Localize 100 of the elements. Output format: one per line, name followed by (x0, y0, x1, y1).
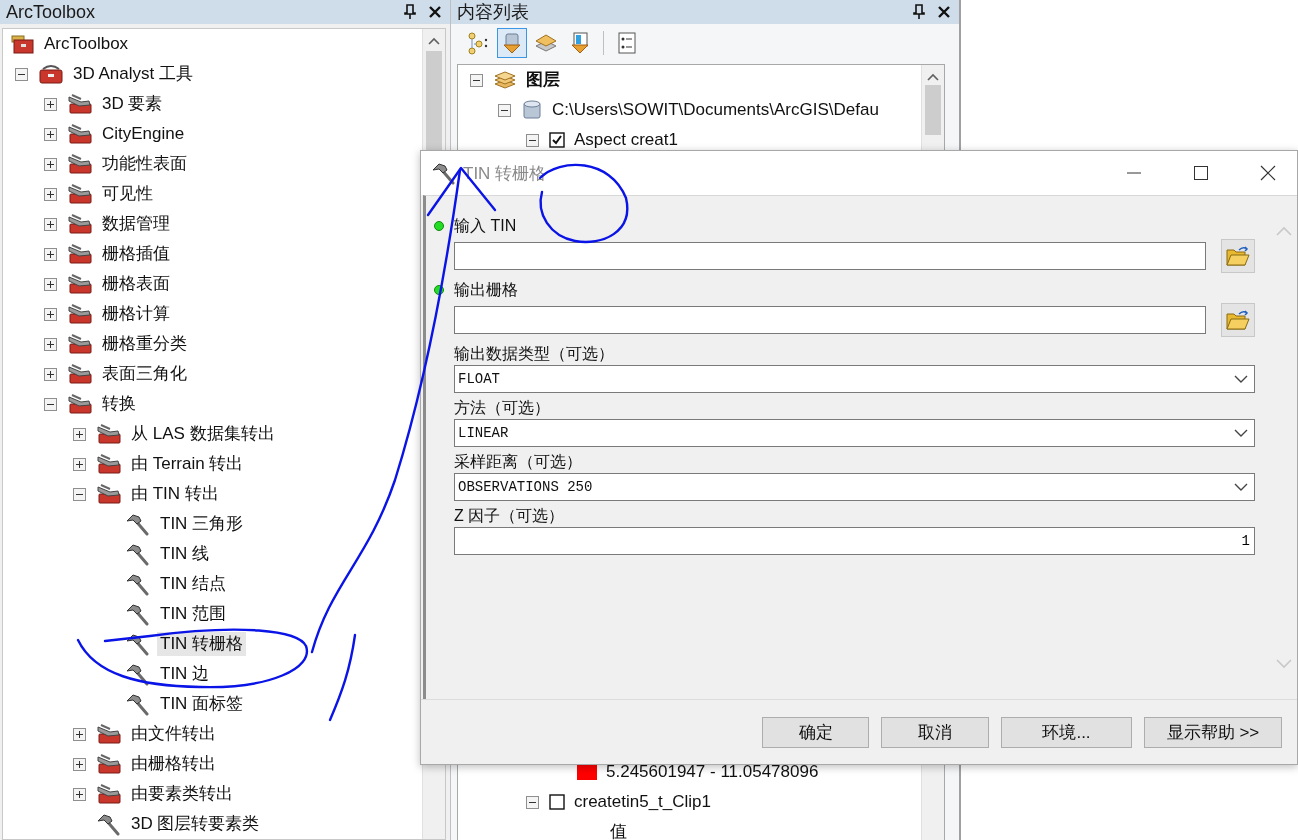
collapse-icon[interactable] (470, 73, 483, 87)
tree-item[interactable]: 栅格插值 (99, 242, 173, 266)
toolbox-icon (38, 63, 64, 85)
toolset-icon (96, 723, 122, 745)
tree-item[interactable]: 3D 要素 (99, 92, 166, 116)
database-icon (521, 99, 543, 121)
tool-item[interactable]: TIN 三角形 (157, 512, 247, 536)
database-button[interactable] (497, 28, 527, 58)
environments-button[interactable]: 环境... (1001, 716, 1132, 748)
field-label: 输出栅格 (454, 279, 518, 300)
browse-button[interactable] (1221, 303, 1255, 337)
tree-item[interactable]: createtin5_t_Clip1 (571, 790, 715, 814)
toolset-icon (67, 123, 93, 145)
tree-item[interactable]: 数据管理 (99, 212, 173, 236)
tool-item[interactable]: TIN 结点 (157, 572, 230, 596)
toolset-icon (67, 303, 93, 325)
tree-item[interactable]: C:\Users\SOWIT\Documents\ArcGIS\Defau (549, 98, 882, 122)
tree-item[interactable]: 栅格计算 (99, 302, 173, 326)
dropdown[interactable]: FLOAT (454, 365, 1255, 393)
expand-icon[interactable] (73, 757, 86, 771)
tree-item[interactable]: 3D Analyst 工具 (70, 62, 196, 86)
collapse-icon[interactable] (526, 133, 539, 147)
tree-item[interactable]: 由文件转出 (128, 722, 219, 746)
tool-item[interactable]: TIN 转栅格 (157, 632, 247, 656)
cancel-button[interactable]: 取消 (881, 716, 989, 748)
tree-item[interactable]: 可见性 (99, 182, 156, 206)
close-icon[interactable] (428, 5, 442, 19)
tree-item[interactable]: 由栅格转出 (128, 752, 219, 776)
expand-icon[interactable] (44, 127, 57, 141)
chevron-down-icon (1234, 482, 1248, 492)
hammer-icon (431, 161, 457, 185)
pin-icon[interactable] (404, 4, 416, 20)
expand-icon[interactable] (44, 187, 57, 201)
field-label: 方法（可选） (454, 397, 550, 418)
tree-item[interactable]: 表面三角化 (99, 362, 190, 386)
hammer-icon (125, 692, 151, 716)
close-icon[interactable] (937, 5, 951, 19)
toolset-icon (67, 183, 93, 205)
tree-item[interactable]: ArcToolbox (41, 32, 132, 56)
tree-item[interactable]: 栅格重分类 (99, 332, 190, 356)
tool-item[interactable]: TIN 边 (157, 662, 213, 686)
collapse-icon[interactable] (73, 487, 86, 501)
toolset-icon (67, 153, 93, 175)
expand-icon[interactable] (44, 157, 57, 171)
toolset-icon (67, 333, 93, 355)
tree-item[interactable]: Aspect creat1 (571, 128, 681, 152)
panel-title: 内容列表 (457, 1, 529, 23)
browse-button[interactable] (1221, 239, 1255, 273)
expand-icon[interactable] (44, 307, 57, 321)
tool-item[interactable]: TIN 范围 (157, 602, 230, 626)
tree-item[interactable]: 栅格表面 (99, 272, 173, 296)
expand-icon[interactable] (73, 457, 86, 471)
tree-item[interactable]: CityEngine (99, 122, 188, 146)
tree-item[interactable]: 由要素类转出 (128, 782, 236, 806)
tool-item[interactable]: 3D 图层转要素类 (128, 812, 263, 836)
toolset-icon (67, 213, 93, 235)
field-label: 输出数据类型（可选） (454, 343, 614, 364)
tree-item[interactable]: 功能性表面 (99, 152, 190, 176)
maximize-icon[interactable] (1192, 164, 1210, 182)
collapse-icon[interactable] (44, 397, 57, 411)
expand-icon[interactable] (44, 247, 57, 261)
toolset-icon (96, 453, 122, 475)
tree-item[interactable]: 图层 (523, 68, 563, 92)
tool-item[interactable]: TIN 面标签 (157, 692, 247, 716)
dropdown[interactable]: OBSERVATIONS 250 (454, 473, 1255, 501)
expand-icon[interactable] (73, 427, 86, 441)
tool-item[interactable]: TIN 线 (157, 542, 213, 566)
dropdown[interactable]: LINEAR (454, 419, 1255, 447)
expand-icon[interactable] (44, 367, 57, 381)
close-icon[interactable] (1259, 164, 1277, 182)
tree-item[interactable]: 转换 (99, 392, 139, 416)
expand-icon[interactable] (73, 727, 86, 741)
expand-icon[interactable] (44, 97, 57, 111)
toolset-icon (96, 783, 122, 805)
ok-button[interactable]: 确定 (762, 716, 869, 748)
collapse-icon[interactable] (15, 67, 28, 81)
chevron-down-icon (1234, 428, 1248, 438)
scroll-up-icon[interactable] (428, 37, 440, 45)
expand-icon[interactable] (44, 277, 57, 291)
toolset-icon (67, 273, 93, 295)
panel-title: ArcToolbox (6, 1, 96, 23)
scroll-thumb[interactable] (925, 85, 941, 135)
input-field[interactable] (454, 242, 1206, 270)
scroll-up-icon[interactable] (927, 73, 939, 81)
collapse-icon[interactable] (498, 103, 511, 117)
tree-item[interactable]: 从 LAS 数据集转出 (128, 422, 278, 446)
expand-icon[interactable] (44, 217, 57, 231)
show-help-button[interactable]: 显示帮助 >> (1144, 716, 1282, 748)
checkbox[interactable] (549, 132, 565, 148)
tree-item[interactable]: 由 TIN 转出 (128, 482, 222, 506)
expand-icon[interactable] (73, 787, 86, 801)
input-field[interactable] (454, 306, 1206, 334)
checkbox[interactable] (549, 794, 565, 810)
collapse-icon[interactable] (526, 795, 539, 809)
expand-icon[interactable] (44, 337, 57, 351)
folder-icon (1226, 309, 1250, 331)
tree-item[interactable]: 由 Terrain 转出 (128, 452, 247, 476)
options-icon (615, 31, 639, 55)
pin-icon[interactable] (913, 4, 925, 20)
input-field[interactable]: 1 (454, 527, 1255, 555)
